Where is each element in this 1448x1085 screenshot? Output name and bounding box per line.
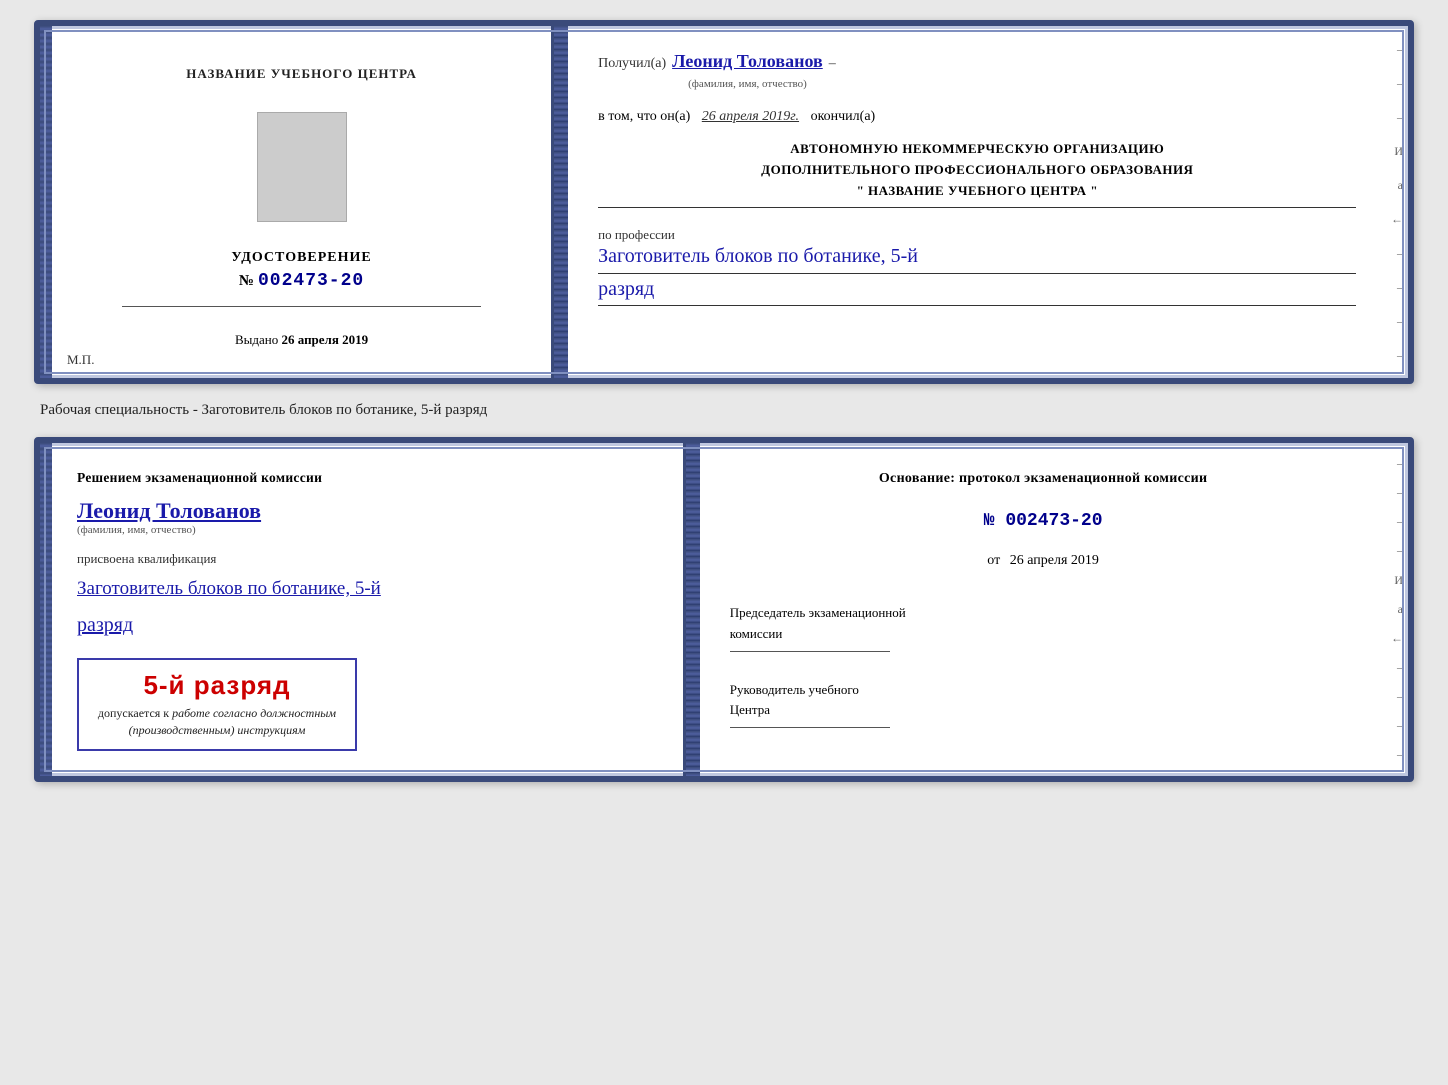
left-binding (40, 26, 52, 378)
stamp-label: М.П. (67, 352, 94, 368)
org-line1: АВТОНОМНУЮ НЕКОММЕРЧЕСКУЮ ОРГАНИЗАЦИЮ (598, 139, 1356, 160)
razryad-value: разряд (598, 278, 1356, 306)
chairman-label: Председатель экзаменационной (730, 603, 1357, 624)
person-subtitle: (фамилия, имя, отчество) (77, 524, 658, 536)
dash-1: – (829, 56, 836, 72)
protocol-number-line: № 002473-20 (730, 511, 1357, 531)
protocol-prefix: № (984, 511, 995, 531)
left-binding-2 (40, 443, 52, 776)
org-line3: " НАЗВАНИЕ УЧЕБНОГО ЦЕНТРА " (598, 181, 1356, 202)
razryad-value-2: разряд (77, 612, 658, 638)
center-spine (554, 26, 568, 378)
bottom-doc-left: Решением экзаменационной комиссии Леонид… (52, 443, 686, 776)
date-line: в том, что он(а) 26 апреля 2019г. окончи… (598, 109, 1356, 125)
stamp-big-text: 5-й разряд (95, 670, 339, 701)
qual-value: Заготовитель блоков по ботанике, 5-й (77, 577, 658, 602)
date-prefix: в том, что он(а) (598, 109, 690, 124)
top-doc-left: НАЗВАНИЕ УЧЕБНОГО ЦЕНТРА УДОСТОВЕРЕНИЕ №… (52, 26, 554, 378)
protocol-number: 002473-20 (1005, 511, 1102, 531)
from-date-line: от 26 апреля 2019 (730, 553, 1357, 569)
head-label2: Центра (730, 700, 1357, 721)
person-name-block: Леонид Толованов (фамилия, имя, отчество… (77, 498, 658, 536)
head-block: Руководитель учебного Центра (730, 680, 1357, 733)
top-document: НАЗВАНИЕ УЧЕБНОГО ЦЕНТРА УДОСТОВЕРЕНИЕ №… (34, 20, 1414, 384)
chairman-label2: комиссии (730, 624, 1357, 645)
org-block: АВТОНОМНУЮ НЕКОММЕРЧЕСКУЮ ОРГАНИЗАЦИЮ ДО… (598, 139, 1356, 208)
center-spine-2 (686, 443, 700, 776)
issued-line: Выдано 26 апреля 2019 (235, 332, 368, 348)
person-name: Леонид Толованов (77, 498, 658, 524)
cert-title: УДОСТОВЕРЕНИЕ (231, 250, 371, 266)
qual-label: присвоена квалификация (77, 551, 658, 567)
issued-label: Выдано (235, 332, 278, 347)
profession-label: по профессии (598, 227, 1356, 243)
stamp-instructions: (производственным) инструкциям (129, 723, 306, 737)
stamp-allowed: допускается к работе согласно должностны… (95, 705, 339, 739)
date-suffix: окончил(а) (811, 109, 876, 124)
cert-number-line: № 002473-20 (239, 271, 364, 291)
head-label: Руководитель учебного (730, 680, 1357, 701)
stamp-work: работе согласно должностным (172, 706, 336, 720)
right-marks-2: – – – – И а ← – – – – (1386, 443, 1408, 776)
from-prefix: от (987, 553, 1000, 568)
top-doc-right: Получил(а) Леонид Толованов – (фамилия, … (568, 26, 1386, 378)
between-label: Рабочая специальность - Заготовитель бло… (30, 402, 487, 419)
right-marks: – – – И а ← – – – – (1386, 26, 1408, 378)
cert-number-prefix: № (239, 273, 254, 289)
top-left-title: НАЗВАНИЕ УЧЕБНОГО ЦЕНТРА (186, 66, 417, 82)
profession-section: по профессии Заготовитель блоков по бота… (598, 222, 1356, 306)
org-line2: ДОПОЛНИТЕЛЬНОГО ПРОФЕССИОНАЛЬНОГО ОБРАЗО… (598, 160, 1356, 181)
from-date: 26 апреля 2019 (1010, 553, 1099, 568)
stamp-allowed-text: допускается к (98, 706, 169, 720)
received-line: Получил(а) Леонид Толованов – (598, 51, 1356, 72)
profession-value: Заготовитель блоков по ботанике, 5-й (598, 243, 1356, 274)
received-prefix: Получил(а) (598, 56, 666, 72)
stamp-box: 5-й разряд допускается к работе согласно… (77, 658, 357, 751)
bottom-document: Решением экзаменационной комиссии Леонид… (34, 437, 1414, 782)
issued-date: 26 апреля 2019 (281, 332, 368, 347)
recipient-name: Леонид Толованов (672, 51, 823, 72)
date-value: 26 апреля 2019г. (702, 109, 799, 124)
osnov-label: Основание: протокол экзаменационной коми… (730, 468, 1357, 489)
photo-placeholder (257, 112, 347, 222)
chairman-block: Председатель экзаменационной комиссии (730, 603, 1357, 656)
name-subtitle: (фамилия, имя, отчество) (598, 78, 1356, 90)
bottom-doc-right: Основание: протокол экзаменационной коми… (700, 443, 1387, 776)
decision-text: Решением экзаменационной комиссии (77, 468, 658, 488)
cert-number: 002473-20 (258, 271, 364, 291)
